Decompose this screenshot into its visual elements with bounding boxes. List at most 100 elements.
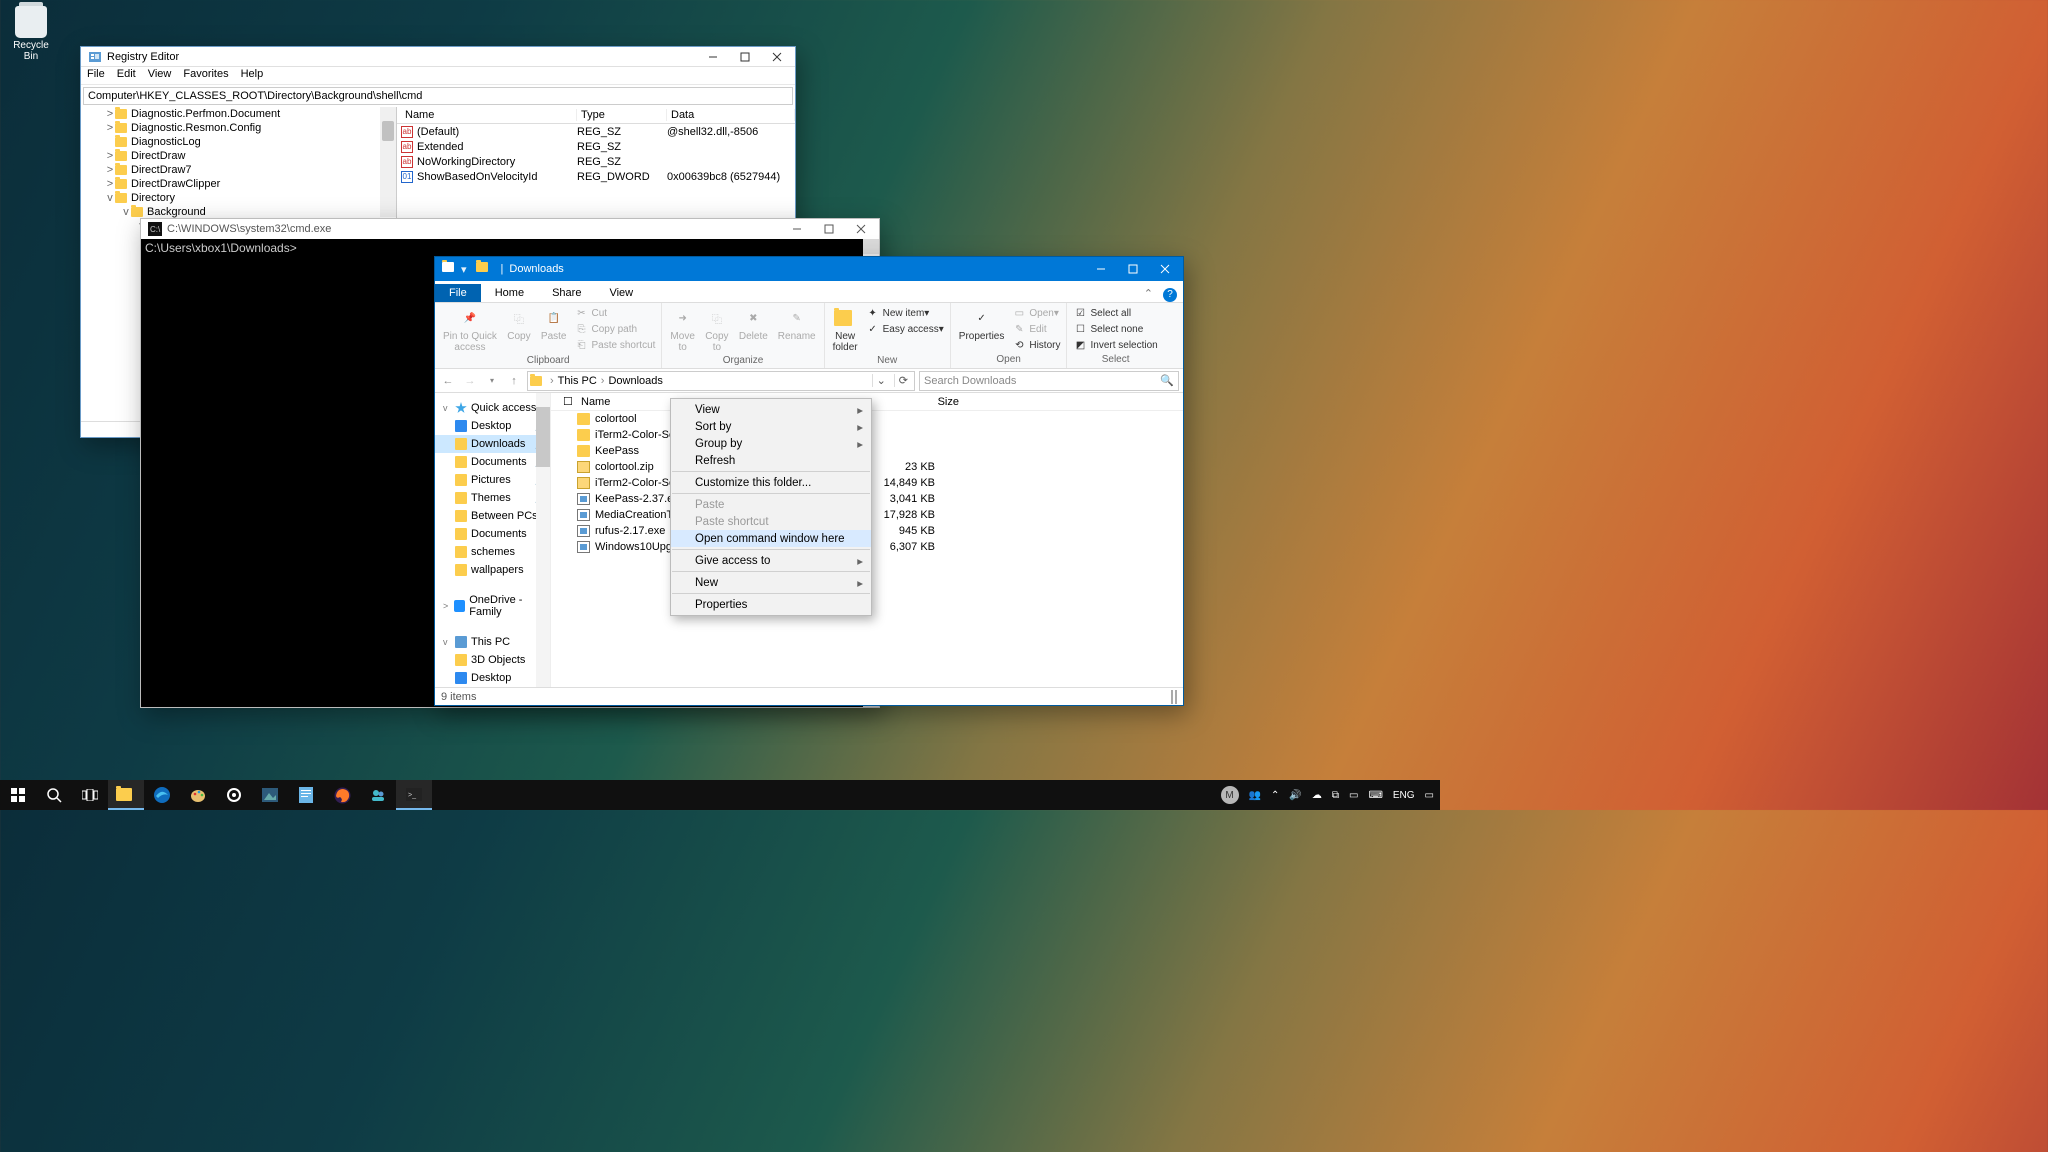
- navpane-item[interactable]: Pictures📌: [435, 471, 550, 489]
- context-menu-item[interactable]: Properties: [671, 596, 871, 613]
- taskbar-photos[interactable]: [252, 780, 288, 810]
- network-icon[interactable]: ⧉: [1332, 790, 1339, 801]
- col-size-label[interactable]: Size: [903, 396, 963, 408]
- value-row[interactable]: ab(Default)REG_SZ@shell32.dll,-8506: [397, 124, 795, 139]
- taskbar-file-explorer[interactable]: [108, 780, 144, 810]
- menu-favorites[interactable]: Favorites: [183, 68, 228, 83]
- history-button[interactable]: ⟲History: [1010, 337, 1062, 353]
- move-to-button[interactable]: ➜Move to: [666, 305, 698, 355]
- tree-item[interactable]: >DirectDrawClipper: [81, 177, 396, 191]
- context-menu-item[interactable]: Sort by▸: [671, 418, 871, 435]
- tree-scrollbar[interactable]: [380, 107, 396, 217]
- value-row[interactable]: 01ShowBasedOnVelocityIdREG_DWORD0x00639b…: [397, 169, 795, 184]
- context-menu-item[interactable]: View▸: [671, 401, 871, 418]
- pin-quick-access-button[interactable]: 📌Pin to Quick access: [439, 305, 501, 355]
- taskbar-notepad[interactable]: [288, 780, 324, 810]
- col-type[interactable]: Type: [577, 109, 667, 121]
- details-view-button[interactable]: [1171, 690, 1173, 704]
- onedrive-tray-icon[interactable]: ☁: [1312, 790, 1322, 801]
- tree-item[interactable]: DiagnosticLog: [81, 135, 396, 149]
- tree-item[interactable]: >DirectDraw7: [81, 163, 396, 177]
- icons-view-button[interactable]: [1175, 690, 1177, 704]
- paste-button[interactable]: 📋Paste: [537, 305, 571, 344]
- context-menu-item[interactable]: Group by▸: [671, 435, 871, 452]
- navpane-item[interactable]: Between PCs: [435, 507, 550, 525]
- values-header[interactable]: Name Type Data: [397, 107, 795, 124]
- navpane-item[interactable]: wallpapers: [435, 561, 550, 579]
- navpane-item[interactable]: Desktop: [435, 669, 550, 687]
- search-button[interactable]: [36, 780, 72, 810]
- taskbar-firefox[interactable]: [324, 780, 360, 810]
- select-all-checkbox[interactable]: ☐: [559, 395, 577, 408]
- cmd-titlebar[interactable]: C:\ C:\WINDOWS\system32\cmd.exe: [141, 219, 879, 239]
- copy-path-button[interactable]: ⎘Copy path: [573, 321, 658, 337]
- recycle-bin[interactable]: Recycle Bin: [6, 6, 56, 62]
- taskbar-cmd[interactable]: >_: [396, 780, 432, 810]
- context-menu-item[interactable]: Give access to▸: [671, 552, 871, 569]
- rename-button[interactable]: ✎Rename: [774, 305, 820, 344]
- navpane-item[interactable]: vQuick access: [435, 399, 550, 417]
- select-all-button[interactable]: ☑Select all: [1071, 305, 1159, 321]
- keyboard-icon[interactable]: ⌨: [1368, 790, 1382, 801]
- minimize-button[interactable]: [1085, 257, 1117, 281]
- taskbar-settings[interactable]: [216, 780, 252, 810]
- tree-item[interactable]: >Diagnostic.Perfmon.Document: [81, 107, 396, 121]
- context-menu-item[interactable]: New▸: [671, 574, 871, 591]
- navpane-scrollbar[interactable]: [536, 393, 550, 687]
- maximize-button[interactable]: [813, 219, 845, 239]
- task-view-button[interactable]: [72, 780, 108, 810]
- tab-home[interactable]: Home: [481, 284, 538, 302]
- copy-to-button[interactable]: ⿻Copy to: [701, 305, 733, 355]
- navpane-item[interactable]: schemes: [435, 543, 550, 561]
- tree-item[interactable]: >Diagnostic.Resmon.Config: [81, 121, 396, 135]
- value-row[interactable]: abNoWorkingDirectoryREG_SZ: [397, 154, 795, 169]
- navpane-item[interactable]: Desktop📌: [435, 417, 550, 435]
- language-indicator[interactable]: ENG: [1393, 790, 1415, 801]
- navpane-item[interactable]: 3D Objects: [435, 651, 550, 669]
- delete-button[interactable]: ✖Delete: [735, 305, 772, 344]
- taskbar-edge[interactable]: [144, 780, 180, 810]
- start-button[interactable]: [0, 780, 36, 810]
- address-bar[interactable]: › This PC › Downloads ⌄ ⟳: [527, 371, 915, 391]
- navpane-item[interactable]: vThis PC: [435, 633, 550, 651]
- maximize-button[interactable]: [1117, 257, 1149, 281]
- menu-file[interactable]: File: [87, 68, 105, 83]
- cut-button[interactable]: ✂Cut: [573, 305, 658, 321]
- nav-forward-button[interactable]: →: [461, 375, 479, 387]
- taskbar-paint[interactable]: [180, 780, 216, 810]
- navpane-item[interactable]: >OneDrive - Family: [435, 597, 550, 615]
- tab-share[interactable]: Share: [538, 284, 595, 302]
- context-menu-item[interactable]: Customize this folder...: [671, 474, 871, 491]
- crumb-this-pc[interactable]: This PC: [558, 375, 597, 387]
- search-input[interactable]: Search Downloads 🔍: [919, 371, 1179, 391]
- battery-icon[interactable]: ▭: [1349, 790, 1358, 801]
- copy-button[interactable]: ⿻Copy: [503, 305, 535, 344]
- regedit-address-bar[interactable]: Computer\HKEY_CLASSES_ROOT\Directory\Bac…: [83, 87, 793, 105]
- nav-back-button[interactable]: ←: [439, 375, 457, 387]
- menu-edit[interactable]: Edit: [117, 68, 136, 83]
- people-icon[interactable]: 👥: [1249, 790, 1261, 801]
- menu-view[interactable]: View: [148, 68, 172, 83]
- navpane-item[interactable]: Documents📌: [435, 453, 550, 471]
- easy-access-button[interactable]: ✓Easy access ▾: [864, 321, 946, 337]
- tree-item[interactable]: vDirectory: [81, 191, 396, 205]
- invert-selection-button[interactable]: ◩Invert selection: [1071, 337, 1159, 353]
- refresh-button[interactable]: ⟳: [894, 374, 912, 387]
- nav-pane[interactable]: vQuick accessDesktop📌Downloads📌Documents…: [435, 393, 551, 687]
- new-folder-button[interactable]: New folder: [829, 305, 862, 355]
- tree-item[interactable]: vBackground: [81, 205, 396, 219]
- edit-button[interactable]: ✎Edit: [1010, 321, 1062, 337]
- menu-help[interactable]: Help: [241, 68, 264, 83]
- navpane-item[interactable]: Themes📌: [435, 489, 550, 507]
- properties-button[interactable]: ✓Properties: [955, 305, 1009, 344]
- nav-up-button[interactable]: ↑: [505, 375, 523, 387]
- minimize-button[interactable]: [781, 219, 813, 239]
- col-name[interactable]: Name: [401, 109, 577, 121]
- crumb-downloads[interactable]: Downloads: [608, 375, 662, 387]
- regedit-titlebar[interactable]: Registry Editor: [81, 47, 795, 67]
- close-button[interactable]: [761, 47, 793, 67]
- value-row[interactable]: abExtendedREG_SZ: [397, 139, 795, 154]
- minimize-button[interactable]: [697, 47, 729, 67]
- volume-icon[interactable]: 🔊: [1289, 790, 1301, 801]
- action-center-icon[interactable]: ▭: [1425, 790, 1434, 801]
